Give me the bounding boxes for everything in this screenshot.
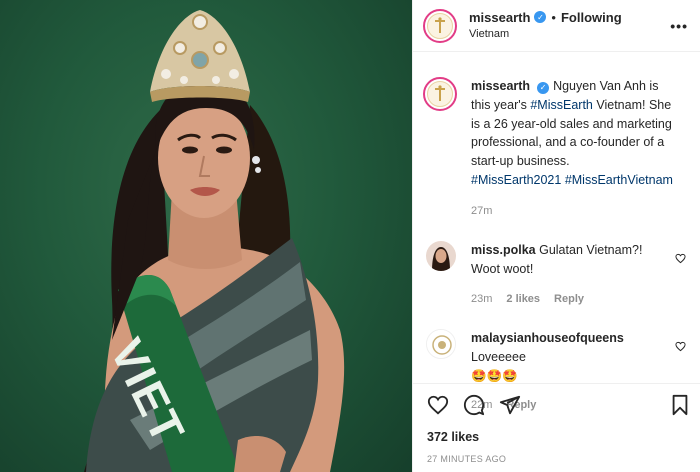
comment-username[interactable]: miss.polka bbox=[471, 243, 536, 257]
share-icon[interactable] bbox=[499, 394, 521, 416]
hashtag-link[interactable]: #MissEarthVietnam bbox=[565, 173, 673, 187]
comment-emoji: 🤩🤩🤩 bbox=[471, 368, 518, 383]
comment-text: malaysianhouseofqueens Loveeeee 🤩🤩🤩 bbox=[471, 329, 671, 385]
hashtag-link[interactable]: #MissEarth bbox=[530, 98, 593, 112]
post-photo[interactable]: VIET bbox=[0, 0, 412, 472]
post-caption: missearth ✓ Nguyen Van Anh is this year's … bbox=[423, 77, 686, 219]
reply-button[interactable]: Reply bbox=[554, 293, 584, 305]
comment-icon[interactable] bbox=[463, 394, 485, 416]
post-actions: 372 likes 27 MINUTES AGO bbox=[413, 383, 700, 464]
caption-timestamp[interactable]: 27m bbox=[471, 203, 681, 220]
comment-text: miss.polka Gulatan Vietnam?! Woot woot! bbox=[471, 241, 671, 279]
bookmark-icon[interactable] bbox=[670, 394, 690, 416]
post-header: missearth ✓ • Following Vietnam ••• bbox=[413, 0, 700, 52]
instagram-post: VIET missearth ✓ • Following Vietnam •••… bbox=[0, 0, 700, 472]
caption-avatar[interactable] bbox=[423, 77, 457, 111]
comment-username[interactable]: malaysianhouseofqueens bbox=[471, 331, 624, 345]
more-options-button[interactable]: ••• bbox=[670, 18, 688, 34]
heart-icon[interactable] bbox=[427, 394, 449, 416]
comment-time[interactable]: 23m bbox=[471, 293, 492, 305]
hashtag-link[interactable]: #MissEarth2021 bbox=[471, 173, 561, 187]
caption-body: missearth ✓ Nguyen Van Anh is this year's … bbox=[471, 77, 681, 219]
verified-badge-icon: ✓ bbox=[534, 11, 547, 24]
header-row: missearth ✓ • Following bbox=[469, 10, 622, 26]
location-link[interactable]: Vietnam bbox=[469, 28, 622, 41]
header-text: missearth ✓ • Following Vietnam bbox=[469, 10, 622, 42]
portrait-illustration bbox=[84, 10, 345, 472]
miss-earth-logo bbox=[427, 81, 453, 107]
comment-likes[interactable]: 2 likes bbox=[506, 293, 540, 305]
post-side-panel: missearth ✓ • Following Vietnam ••• miss… bbox=[412, 0, 700, 472]
action-row bbox=[427, 390, 690, 420]
miss-earth-logo bbox=[427, 12, 453, 39]
commenter-avatar[interactable] bbox=[426, 241, 456, 271]
caption-text: missearth ✓ Nguyen Van Anh is this year's … bbox=[471, 77, 681, 190]
following-button[interactable]: Following bbox=[561, 10, 622, 26]
commenter-avatar[interactable] bbox=[426, 329, 456, 359]
verified-badge-icon: ✓ bbox=[537, 82, 550, 94]
caption-username[interactable]: missearth bbox=[471, 79, 530, 93]
post-timestamp[interactable]: 27 MINUTES AGO bbox=[427, 454, 690, 464]
comments-section: missearth ✓ Nguyen Van Anh is this year's … bbox=[413, 53, 700, 411]
comment-body: miss.polka Gulatan Vietnam?! Woot woot! … bbox=[471, 241, 671, 307]
header-username[interactable]: missearth bbox=[469, 10, 530, 26]
like-comment-heart-icon[interactable] bbox=[675, 339, 686, 357]
comment-meta: 23m 2 likes Reply bbox=[471, 291, 671, 308]
comment-content: Loveeeee bbox=[471, 349, 526, 364]
like-comment-heart-icon[interactable] bbox=[675, 251, 686, 269]
separator-dot: • bbox=[551, 9, 556, 25]
comment-item: miss.polka Gulatan Vietnam?! Woot woot! … bbox=[423, 241, 686, 307]
account-avatar[interactable] bbox=[423, 8, 457, 43]
likes-count[interactable]: 372 likes bbox=[427, 430, 690, 444]
